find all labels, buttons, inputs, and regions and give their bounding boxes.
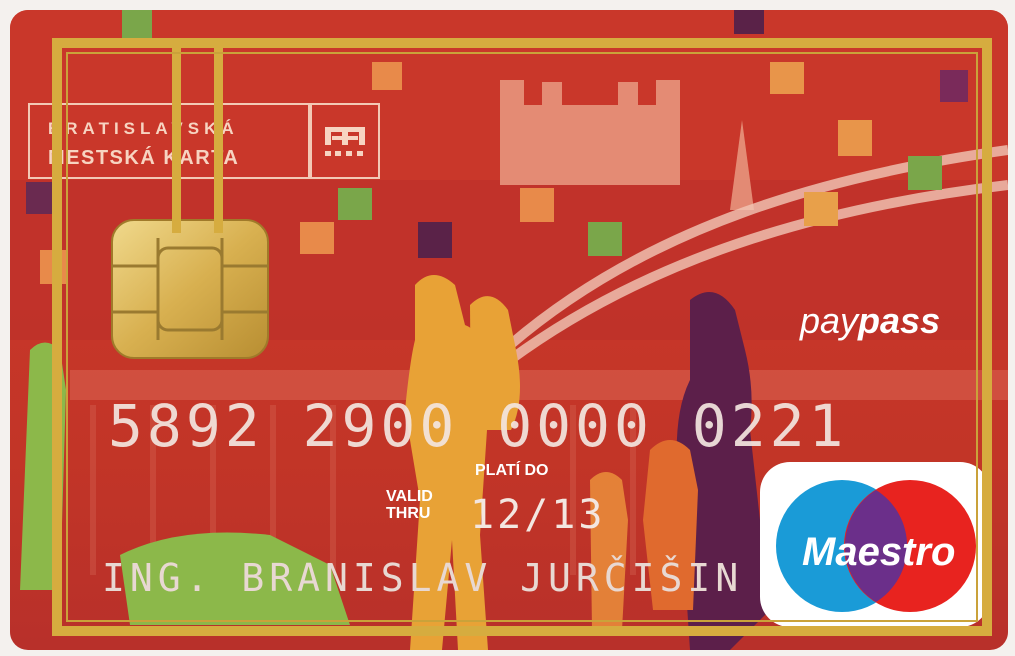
brand-line-2: MESTSKÁ KARTA: [48, 147, 240, 169]
cardholder-name: ING. BRANISLAV JURČIŠIN: [102, 556, 744, 600]
frame-post-right: [214, 48, 223, 233]
paypass-logo: paypass: [800, 300, 940, 342]
paypass-pass: pass: [858, 300, 941, 341]
card-number: 5892 2900 0000 0221: [108, 392, 848, 460]
city-card-brand: BRATISLAVSKÁ MESTSKÁ KARTA: [28, 103, 310, 179]
valid-label: VALID: [386, 488, 433, 505]
thru-label: THRU: [386, 505, 431, 522]
expiry-date: 12/13: [470, 492, 606, 538]
bratislava-logo-icon: [310, 103, 380, 179]
valid-thru-label-sk: PLATÍ DO: [475, 462, 549, 479]
valid-thru-label: VALID THRU: [386, 488, 433, 522]
brand-line-1: BRATISLAVSKÁ: [48, 119, 239, 138]
payment-card: BRATISLAVSKÁ MESTSKÁ KARTA paypass 5892 …: [10, 10, 1008, 650]
emv-chip-icon: [110, 218, 270, 360]
paypass-pay: pay: [800, 300, 859, 341]
frame-post-left: [172, 48, 181, 233]
maestro-wordmark: Maestro: [802, 530, 956, 574]
